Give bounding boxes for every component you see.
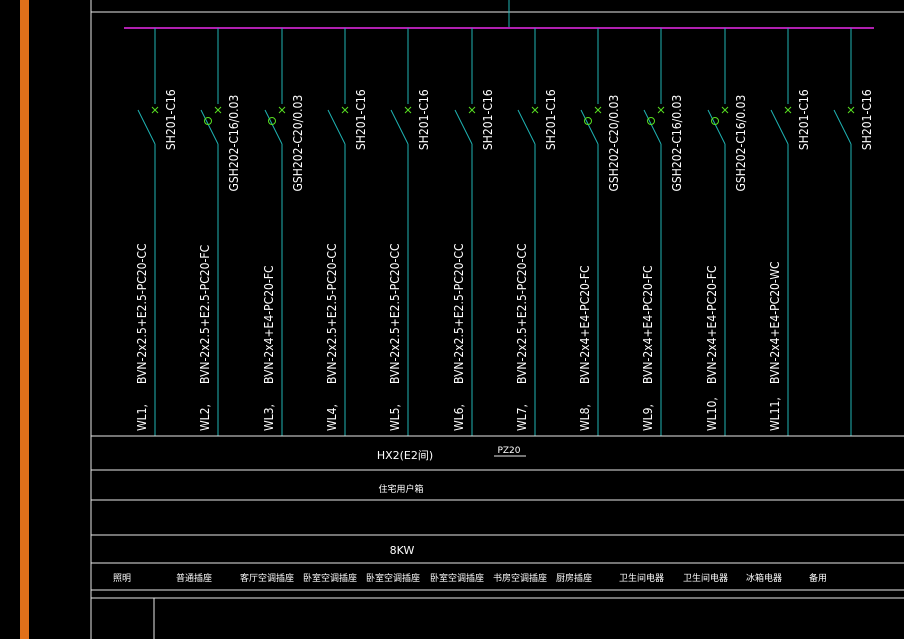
circuit-id: WL8, [578,404,592,431]
breaker-label: SH201-C16 [481,89,495,150]
breaker-label: SH201-C16 [417,89,431,150]
breaker-label: GSH202-C16/0.03 [734,95,748,192]
cable-label: BVN-2x2.5+E2.5-PC20-CC [515,244,529,385]
breaker-label: SH201-C16 [797,89,811,150]
breaker-label: SH201-C16 [354,89,368,150]
load-label: 备用 [809,572,827,584]
breaker-contact [707,109,726,145]
breaker-contact [200,109,219,145]
breaker-label: GSH202-C20/0.03 [291,95,305,192]
breaker-contact [327,109,346,145]
circuit-id: WL7, [515,404,529,431]
cable-label: BVN-2x2.5+E2.5-PC20-CC [452,244,466,385]
circuit-12: SH201-C16 [833,28,874,436]
cable-label: BVN-2x2.5+E2.5-PC20-CC [325,244,339,385]
cable-label: BVN-2x4+E4-PC20-WC [768,261,782,384]
load-label: 客厅空调插座 [240,572,294,584]
panel-enclosure: PZ20 [497,446,520,456]
circuit-2: GSH202-C16/0.03 BVN-2x2.5+E2.5-PC20-FC WL2… [198,28,241,436]
load-label: 普通插座 [176,572,212,584]
breaker-label: SH201-C16 [164,89,178,150]
cable-label: BVN-2x2.5+E2.5-PC20-CC [135,244,149,385]
circuit-7: SH201-C16 BVN-2x2.5+E2.5-PC20-CC WL7, [515,28,558,436]
breaker-label: SH201-C16 [544,89,558,150]
cable-label: BVN-2x4+E4-PC20-FC [641,265,655,384]
circuit-8: GSH202-C20/0.03 BVN-2x4+E4-PC20-FC WL8, [578,28,621,436]
circuit-6: SH201-C16 BVN-2x2.5+E2.5-PC20-CC WL6, [452,28,495,436]
load-label: 卫生间电器 [619,572,664,584]
load-label: 厨房插座 [556,572,592,584]
circuit-1: SH201-C16 BVN-2x2.5+E2.5-PC20-CC WL1, [135,28,178,436]
panel-power: 8KW [390,544,415,557]
breaker-label: GSH202-C16/0.03 [227,95,241,192]
circuit-4: SH201-C16 BVN-2x2.5+E2.5-PC20-CC WL4, [325,28,368,436]
load-label: 卧室空调插座 [303,572,357,584]
circuit-id: WL1, [135,404,149,431]
breaker-label: GSH202-C20/0.03 [607,95,621,192]
load-label: 卫生间电器 [683,572,728,584]
circuit-9: GSH202-C16/0.03 BVN-2x4+E4-PC20-FC WL9, [641,28,684,436]
breaker-contact [643,109,662,145]
breaker-contact [454,109,473,145]
circuit-id: WL5, [388,404,402,431]
circuit-id: WL3, [262,404,276,431]
cable-label: BVN-2x4+E4-PC20-FC [705,265,719,384]
left-margin-bar [20,0,29,639]
circuit-10: GSH202-C16/0.03 BVN-2x4+E4-PC20-FC WL10, [705,28,748,436]
cable-label: BVN-2x2.5+E2.5-PC20-FC [198,245,212,384]
panel-usage: 住宅用户箱 [378,483,423,495]
cable-label: BVN-2x4+E4-PC20-FC [262,265,276,384]
breaker-contact [770,109,789,145]
cable-label: BVN-2x2.5+E2.5-PC20-CC [388,244,402,385]
panel-name: HX2(E2间) [377,449,433,462]
load-label: 卧室空调插座 [430,572,484,584]
circuits-layer: SH201-C16 BVN-2x2.5+E2.5-PC20-CC WL1, GSH20… [135,28,874,436]
breaker-contact [517,109,536,145]
load-label: 冰箱电器 [746,572,782,584]
breaker-contact [833,109,852,145]
breaker-contact [137,109,156,145]
circuit-11: SH201-C16 BVN-2x4+E4-PC20-WC WL11, [768,28,811,436]
load-label: 书房空调插座 [493,572,547,584]
circuit-id: WL2, [198,404,212,431]
circuit-id: WL4, [325,404,339,431]
cable-label: BVN-2x4+E4-PC20-FC [578,265,592,384]
breaker-label: SH201-C16 [860,89,874,150]
circuit-3: GSH202-C20/0.03 BVN-2x4+E4-PC20-FC WL3, [262,28,305,436]
circuit-5: SH201-C16 BVN-2x2.5+E2.5-PC20-CC WL5, [388,28,431,436]
breaker-contact [580,109,599,145]
circuit-id: WL11, [768,397,782,431]
breaker-contact [264,109,283,145]
circuit-id: WL9, [641,404,655,431]
breaker-label: GSH202-C16/0.03 [670,95,684,192]
breaker-contact [390,109,409,145]
load-labels-row: 照明 普通插座 客厅空调插座 卧室空调插座 卧室空调插座 卧室空调插座 书房空调插座 厨房插座… [113,572,827,584]
circuit-id: WL6, [452,404,466,431]
load-label: 卧室空调插座 [366,572,420,584]
electrical-schematic: SH201-C16 BVN-2x2.5+E2.5-PC20-CC WL1, GSH20… [20,0,904,639]
circuit-id: WL10, [705,397,719,431]
load-label: 照明 [113,573,131,584]
